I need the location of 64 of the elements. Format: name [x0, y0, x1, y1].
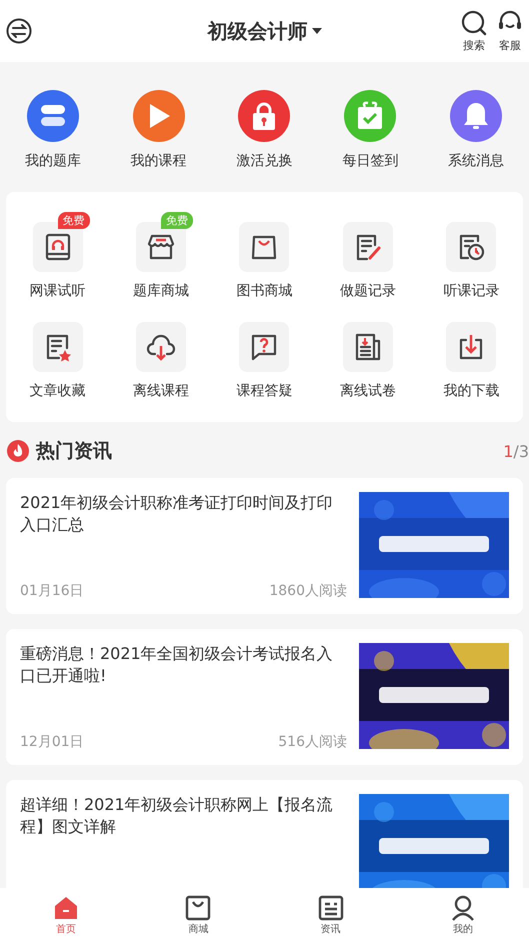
lock-icon: [251, 101, 278, 131]
section-title: 热门资讯: [36, 439, 113, 464]
tool-item[interactable]: 图书商城: [212, 212, 316, 300]
caret-icon: [312, 28, 322, 34]
quick-link-label: 激活兑换: [236, 152, 292, 170]
page-indicator: 1/3: [503, 442, 529, 460]
search-icon: [461, 10, 487, 36]
gift-icon: [356, 101, 384, 131]
cloud-download-icon: [146, 332, 176, 362]
tool-label: 离线试卷: [340, 382, 396, 400]
exam-selector[interactable]: 初级会计师: [106, 18, 423, 44]
news-card[interactable]: 超详细！2021年初级会计职称网上【报名流程】图文详解: [6, 780, 523, 888]
tool-item[interactable]: 免费 网课试听: [6, 212, 110, 300]
search-button[interactable]: 搜索: [461, 10, 487, 52]
read-count: 1860人阅读: [269, 582, 347, 600]
tool-label: 文章收藏: [30, 382, 86, 400]
tool-label: 听课记录: [443, 282, 500, 300]
tab-item[interactable]: 资讯: [264, 888, 397, 942]
home-icon: [53, 894, 80, 920]
tab-item[interactable]: 首页: [0, 888, 132, 942]
tool-item[interactable]: 离线试卷: [316, 312, 420, 400]
quick-link[interactable]: 激活兑换: [212, 90, 318, 170]
tool-item[interactable]: 做题记录: [316, 212, 420, 300]
quick-link[interactable]: 系统消息: [423, 90, 529, 170]
quick-link[interactable]: 我的题库: [0, 90, 106, 170]
news-date: 12月01日: [20, 733, 84, 751]
tool-item[interactable]: 我的下载: [420, 312, 523, 400]
quick-link-label: 我的题库: [24, 152, 81, 170]
news-title: 超详细！2021年初级会计职称网上【报名流程】图文详解: [20, 794, 334, 838]
quick-link[interactable]: 我的课程: [106, 90, 212, 170]
quick-link-label: 每日签到: [342, 152, 398, 170]
quick-link-label: 我的课程: [130, 152, 187, 170]
quick-link[interactable]: 每日签到: [317, 90, 424, 170]
tab-item[interactable]: 我的: [396, 888, 529, 942]
tool-label: 网课试听: [30, 282, 86, 300]
quick-link-label: 系统消息: [448, 152, 504, 170]
tool-item[interactable]: 听课记录: [420, 212, 523, 300]
tool-label: 我的下载: [443, 382, 500, 400]
bell-icon: [462, 101, 490, 131]
read-count: 516人阅读: [278, 733, 347, 751]
tool-label: 离线课程: [133, 382, 190, 400]
tool-item[interactable]: 免费 题库商城: [109, 212, 213, 300]
tool-item[interactable]: 离线课程: [109, 312, 213, 400]
tool-item[interactable]: 课程答疑: [212, 312, 316, 400]
store-icon: [146, 232, 176, 262]
tool-label: 图书商城: [236, 282, 292, 300]
tool-label: 做题记录: [340, 282, 396, 300]
flame-icon: [6, 439, 30, 463]
news-date: 01月16日: [20, 582, 84, 600]
user-icon: [450, 894, 476, 920]
news-title: 重磅消息！2021年全国初级会计考试报名入口已开通啦!: [20, 643, 334, 687]
news-title: 2021年初级会计职称准考证打印时间及打印入口汇总: [20, 492, 334, 536]
free-badge: 免费: [58, 212, 90, 229]
service-button[interactable]: 客服: [497, 10, 523, 52]
tool-item[interactable]: 文章收藏: [6, 312, 110, 400]
tool-label: 题库商城: [133, 282, 190, 300]
news-icon: [318, 894, 344, 920]
switch-icon[interactable]: [6, 18, 32, 44]
shopping-bag-icon: [185, 894, 212, 920]
tool-label: 课程答疑: [236, 382, 292, 400]
news-card[interactable]: 2021年初级会计职称准考证打印时间及打印入口汇总 01月16日 1860人阅读: [6, 478, 523, 614]
free-badge: 免费: [161, 212, 194, 229]
news-card[interactable]: 重磅消息！2021年全国初级会计考试报名入口已开通啦! 12月01日 516人阅读: [6, 629, 523, 765]
tab-item[interactable]: 商城: [132, 888, 264, 942]
